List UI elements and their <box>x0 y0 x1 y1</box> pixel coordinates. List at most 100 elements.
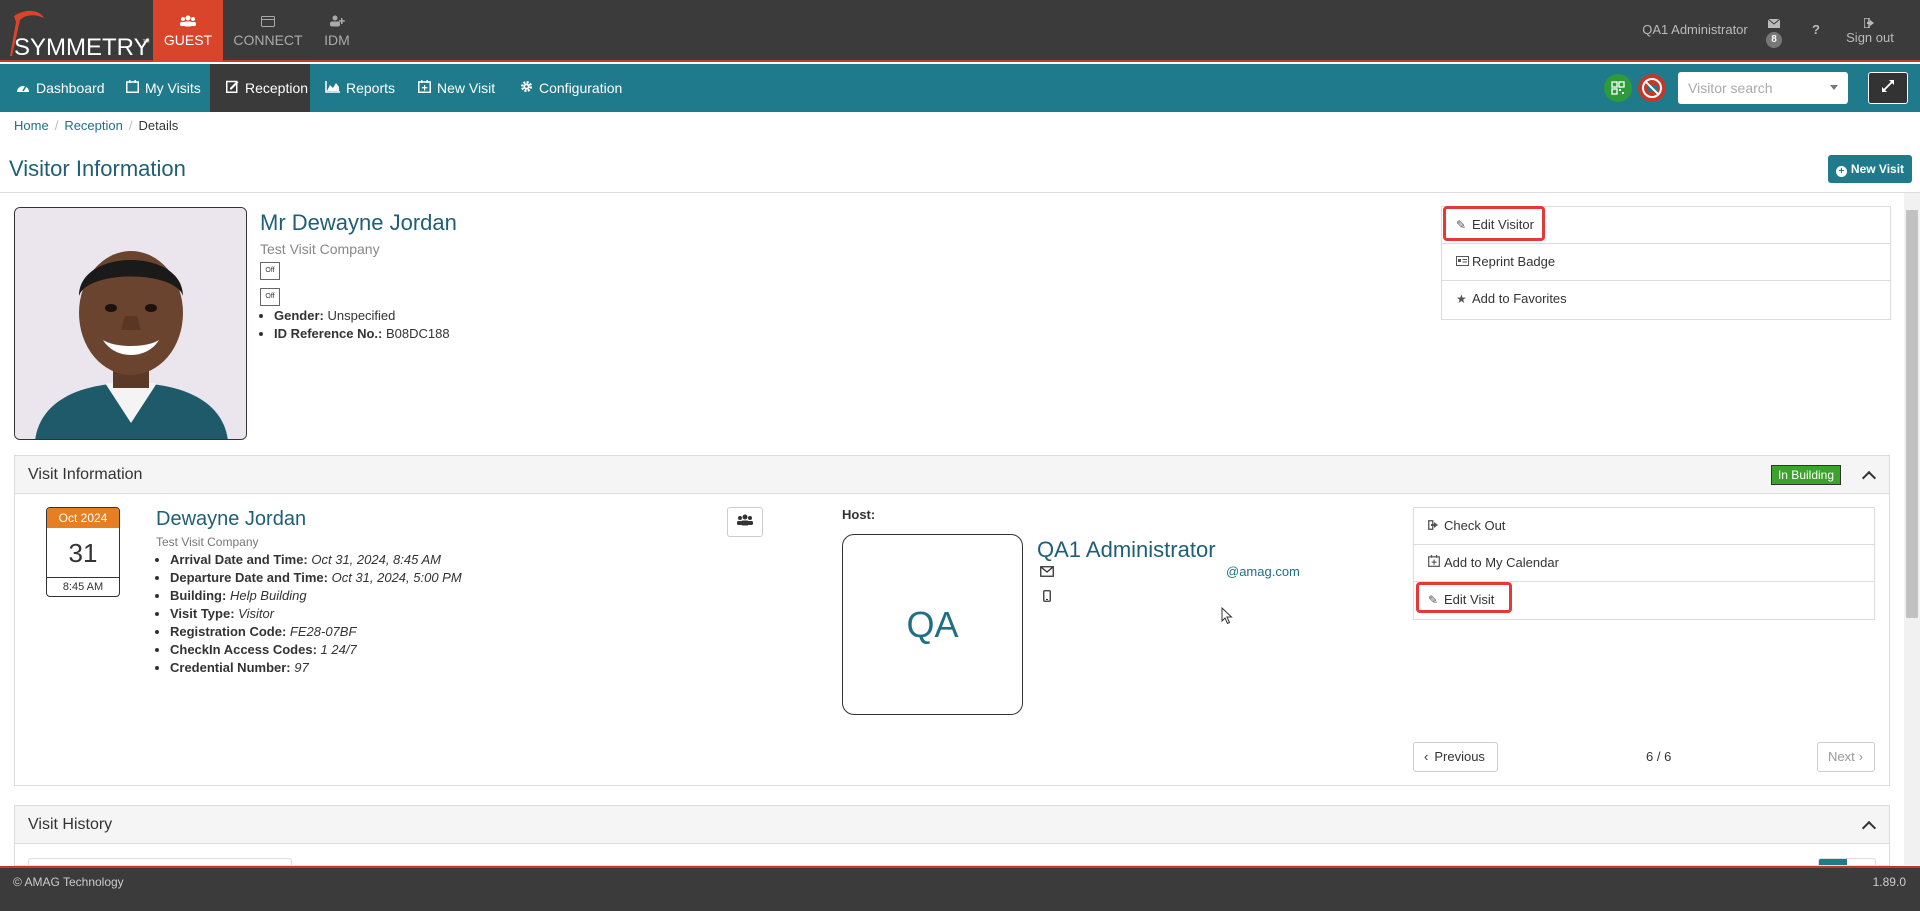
visit-history-panel: Visit History <box>14 805 1890 866</box>
area-chart-icon <box>325 64 340 112</box>
detail-label: Registration Code: <box>170 624 287 639</box>
detail-value: Help Building <box>229 588 307 603</box>
chevron-right-icon: › <box>1858 749 1864 764</box>
status-badge: In Building <box>1771 465 1841 485</box>
detail-label: Departure Date and Time: <box>170 570 328 585</box>
visit-calendar-card: Oct 2024 31 8:45 AM <box>46 507 120 597</box>
footer-copyright: © AMAG Technology <box>13 875 124 889</box>
host-label: Host: <box>842 507 876 522</box>
visit-history-header[interactable]: Visit History <box>15 806 1889 844</box>
module-idm[interactable]: IDM <box>315 0 359 62</box>
nav-new-visit-label: New Visit <box>437 80 496 96</box>
visit-detail-building: Building: Help Building <box>170 588 462 606</box>
chevron-left-icon: ‹ <box>1424 749 1429 764</box>
mail-count-badge: 8 <box>1766 32 1782 48</box>
previous-button[interactable]: ‹ Previous <box>1413 742 1498 772</box>
visitor-search-select[interactable]: Visitor search <box>1678 72 1848 104</box>
visit-visitor-name[interactable]: Dewayne Jordan <box>156 508 306 531</box>
breadcrumb: Home / Reception / Details <box>14 118 178 133</box>
visitor-toggle-1[interactable]: Off <box>260 262 280 280</box>
visit-detail-departure: Departure Date and Time: Oct 31, 2024, 5… <box>170 570 462 588</box>
gender-value: Unspecified <box>327 308 396 323</box>
envelope-icon <box>1762 16 1786 30</box>
check-out-label: Check Out <box>1444 518 1506 533</box>
footer-version: 1.89.0 <box>1872 875 1906 889</box>
module-idm-label: IDM <box>324 32 350 48</box>
nav-reports-label: Reports <box>346 80 396 96</box>
visitor-photo[interactable] <box>14 207 247 440</box>
next-button[interactable]: Next › <box>1817 742 1875 772</box>
calendar-day: 31 <box>47 528 119 578</box>
no-entry-icon <box>1642 78 1662 98</box>
visit-detail-access-codes: CheckIn Access Codes: 1 24/7 <box>170 642 462 660</box>
logo-trademark: ™ <box>142 38 150 47</box>
symmetry-logo[interactable]: SYMMETRY ™ <box>6 4 150 61</box>
users-icon <box>737 514 753 526</box>
group-visitors-button[interactable] <box>727 507 763 537</box>
signout-icon <box>1428 508 1444 544</box>
help-button[interactable]: ? <box>1804 0 1828 62</box>
edit-icon <box>226 64 239 112</box>
page-scrollbar-thumb[interactable] <box>1906 210 1918 618</box>
nav-reception-label: Reception <box>245 80 309 96</box>
signout-button[interactable]: Sign out <box>1842 0 1898 62</box>
nav-dashboard[interactable]: Dashboard <box>0 64 119 112</box>
chevron-up-icon[interactable] <box>1861 820 1877 836</box>
page-title: Visitor Information <box>9 156 186 181</box>
nav-reports[interactable]: Reports <box>309 64 409 112</box>
detail-label: Visit Type: <box>170 606 235 621</box>
host-email-link[interactable]: @amag.com <box>1226 564 1300 579</box>
calendar-time: 8:45 AM <box>62 581 104 593</box>
visitor-gender: Gender: Unspecified <box>274 308 450 326</box>
qr-status-button[interactable] <box>1604 74 1632 102</box>
nav-reception[interactable]: Reception <box>210 64 310 112</box>
add-to-calendar-button[interactable]: Add to My Calendar <box>1414 545 1874 582</box>
visit-information-header[interactable]: Visit Information <box>15 456 1889 494</box>
reprint-badge-label: Reprint Badge <box>1472 254 1556 269</box>
history-view-toggle[interactable] <box>1818 858 1876 865</box>
visit-visitor-company: Test Visit Company <box>156 535 259 549</box>
users-icon <box>153 14 223 32</box>
footer: © AMAG Technology 1.89.0 <box>0 866 1920 911</box>
new-visit-button[interactable]: + New Visit <box>1828 155 1912 183</box>
edit-visitor-highlight <box>1443 206 1545 241</box>
current-user[interactable]: QA1 Administrator <box>1640 0 1750 62</box>
mobile-phone-icon <box>1043 590 1051 605</box>
add-to-favorites-button[interactable]: ★ Add to Favorites <box>1442 281 1890 318</box>
visitor-company: Test Visit Company <box>260 241 380 257</box>
blocked-status-button[interactable] <box>1638 74 1666 102</box>
module-connect-label: CONNECT <box>233 32 303 48</box>
nav-new-visit[interactable]: New Visit <box>402 64 509 112</box>
breadcrumb-home[interactable]: Home <box>14 118 49 133</box>
reprint-badge-button[interactable]: Reprint Badge <box>1442 244 1890 281</box>
chevron-up-icon[interactable] <box>1861 470 1877 486</box>
fullscreen-button[interactable] <box>1868 72 1908 104</box>
detail-value: 97 <box>294 660 309 675</box>
detail-label: Building: <box>170 588 227 603</box>
detail-label: CheckIn Access Codes: <box>170 642 317 657</box>
visit-detail-arrival: Arrival Date and Time: Oct 31, 2024, 8:4… <box>170 552 462 570</box>
nav-configuration[interactable]: Configuration <box>504 64 636 112</box>
module-connect[interactable]: CONNECT <box>231 0 305 62</box>
add-to-calendar-label: Add to My Calendar <box>1444 555 1559 570</box>
nav-my-visits[interactable]: My Visits <box>110 64 215 112</box>
visitor-toggle-2[interactable]: Off <box>260 288 280 306</box>
host-avatar: QA <box>842 534 1023 715</box>
breadcrumb-separator: / <box>54 118 59 133</box>
user-plus-icon <box>315 14 359 32</box>
gear-icon <box>520 64 533 112</box>
dashboard-icon <box>16 64 30 112</box>
next-label: Next <box>1828 749 1855 764</box>
id-reference-label: ID Reference No.: <box>274 326 383 341</box>
previous-label: Previous <box>1434 749 1485 764</box>
check-out-button[interactable]: Check Out <box>1414 508 1874 545</box>
breadcrumb-reception[interactable]: Reception <box>64 118 123 133</box>
mail-button[interactable]: 8 <box>1762 0 1786 62</box>
history-filter-control[interactable] <box>28 858 292 865</box>
module-guest[interactable]: GUEST <box>153 0 223 62</box>
add-to-favorites-label: Add to Favorites <box>1472 291 1567 306</box>
detail-value: Oct 31, 2024, 8:45 AM <box>311 552 441 567</box>
chevron-down-icon <box>1830 85 1838 90</box>
detail-value: 1 24/7 <box>320 642 357 657</box>
title-divider <box>0 192 1920 193</box>
